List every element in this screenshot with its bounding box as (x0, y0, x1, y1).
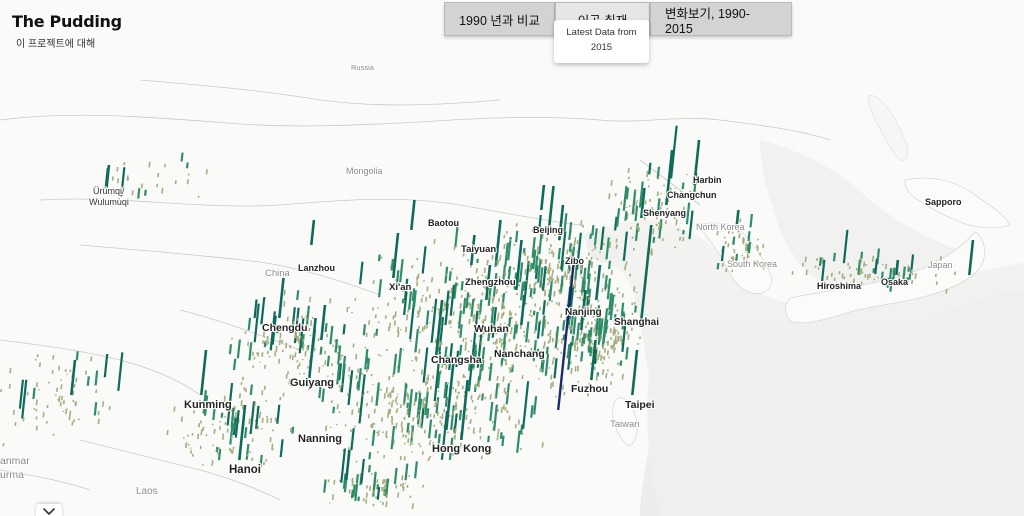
label-hong-kong: Hong Kong (432, 443, 491, 455)
tab-label: 변화보기, 1990-2015 (665, 6, 750, 36)
label-taipei: Taipei (625, 399, 655, 411)
about-project-link[interactable]: 이 프로젝트에 대해 (16, 35, 122, 50)
label-changchun: Changchun (667, 190, 717, 200)
label-wulumuqi: Wulumuqi (89, 197, 129, 207)
label-hanoi: Hanoi (229, 464, 261, 476)
brand-logo-link[interactable]: The Pudding (12, 12, 122, 31)
label-beijing: Beijing (533, 225, 563, 235)
label-changsha: Changsha (431, 354, 482, 366)
label-shenyang: Shenyang (643, 208, 686, 218)
label-nanchang: Nanchang (494, 348, 545, 360)
label-zhengzhou: Zhengzhou (465, 277, 516, 288)
label-shanghai: Shanghai (614, 317, 659, 328)
label-nanning: Nanning (298, 433, 342, 445)
label-guiyang: Guiyang (290, 377, 334, 389)
tab-compare-1990[interactable]: 1990 년과 비교 (444, 2, 555, 36)
label-wuhan: Wuhan (474, 323, 509, 335)
brand: The Pudding 이 프로젝트에 대해 (12, 12, 122, 50)
tooltip-line-2: 2015 (590, 42, 613, 53)
label-zibo: Zibo (565, 256, 584, 266)
label-hiroshima: Hiroshima (817, 281, 862, 291)
population-spike-map[interactable]: Harbin Changchun Shenyang Sapporo Baotou… (0, 0, 1024, 516)
label-xian: Xi'an (389, 282, 412, 293)
tab-label: 1990 년과 비교 (459, 13, 540, 28)
label-myanmar: anmar (0, 455, 30, 467)
label-mongolia: Mongolia (346, 166, 383, 176)
label-burma: urma (0, 469, 24, 481)
label-urumqi: Ürümqi/ (93, 186, 125, 196)
label-china: China (265, 268, 291, 279)
label-baotou: Baotou (428, 218, 459, 228)
label-japan: Japan (928, 260, 953, 270)
label-south-korea: South Korea (727, 259, 777, 269)
label-taiwan: Taiwan (610, 419, 640, 430)
chevron-down-icon (43, 508, 55, 515)
label-kunming: Kunming (184, 399, 232, 411)
label-osaka: Osaka (881, 277, 909, 287)
data-year-tooltip: Latest Data from 2015 (554, 20, 649, 63)
label-lanzhou: Lanzhou (298, 263, 335, 273)
map-viewport[interactable]: Harbin Changchun Shenyang Sapporo Baotou… (0, 0, 1024, 516)
label-taiyuan: Taiyuan (461, 244, 496, 255)
label-harbin: Harbin (693, 175, 722, 185)
label-laos: Laos (136, 486, 158, 497)
tooltip-line-1: Latest Data from (566, 27, 637, 38)
label-sapporo: Sapporo (925, 197, 962, 207)
label-nanjing: Nanjing (565, 307, 602, 318)
label-chengdu: Chengdu (262, 322, 308, 334)
scroll-down-button[interactable] (36, 504, 62, 516)
label-fuzhou: Fuzhou (571, 383, 608, 395)
tab-change-1990-2015[interactable]: 변화보기, 1990-2015 (650, 2, 792, 36)
label-russia: Russia (351, 63, 375, 72)
label-north-korea: North Korea (696, 222, 745, 232)
